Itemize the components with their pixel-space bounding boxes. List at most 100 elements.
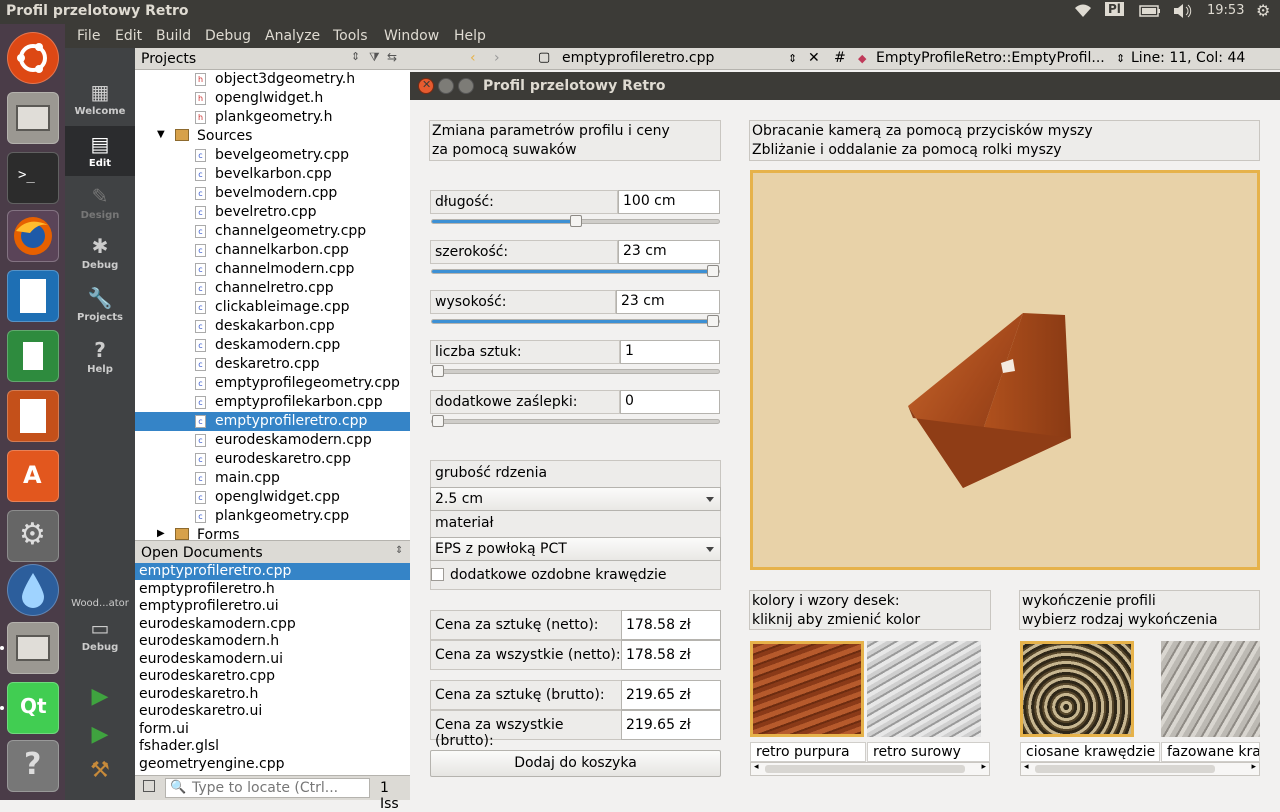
gear-icon[interactable]: ⚙ [1256,1,1270,20]
open-documents-title[interactable]: Open Documents [141,545,263,561]
projects-title[interactable]: Projects [141,51,196,67]
sidebar-toggle-icon[interactable] [143,780,155,792]
tree-item[interactable]: c deskakarbon.cpp [135,317,410,336]
sort-icon[interactable]: ⇕ [351,50,360,63]
menu-window[interactable]: Window [384,28,439,44]
caps-slider[interactable] [431,415,720,427]
expand-arrow-icon[interactable]: ▶ [157,528,165,539]
tree-item[interactable]: h openglwidget.h [135,89,410,108]
open-document[interactable]: eurodeskamodern.ui [135,651,410,668]
material-select[interactable]: EPS z powłoką PCT [430,537,721,561]
tree-item[interactable]: c deskaretro.cpp [135,355,410,374]
menu-build[interactable]: Build [156,28,191,44]
tree-folder[interactable]: ▶ Forms [135,526,410,540]
volume-icon[interactable] [1173,4,1193,22]
scroll-thumb[interactable] [1035,765,1215,773]
open-document[interactable]: geometryengine.cpp [135,756,410,773]
slider-handle[interactable] [569,215,582,227]
symbol-selector[interactable]: EmptyProfileRetro::EmptyProfil... [876,50,1105,66]
forward-icon[interactable]: › [494,50,500,66]
drop-icon[interactable] [7,564,59,616]
slider-handle[interactable] [432,365,444,377]
open-document-selected[interactable]: emptyprofileretro.cpp [135,563,410,580]
open-document[interactable]: eurodeskamodern.h [135,633,410,650]
help-icon[interactable]: ? [7,740,59,792]
mode-debug[interactable]: ✱ Debug [65,234,135,271]
open-document[interactable]: form.ui [135,721,410,738]
slider-handle[interactable] [707,315,719,327]
color-option-label[interactable]: retro surowy [867,742,990,762]
maximize-window-button[interactable] [458,78,474,94]
menu-analyze[interactable]: Analyze [265,28,320,44]
calc-icon[interactable] [7,330,59,382]
open-document[interactable]: eurodeskaretro.ui [135,703,410,720]
viewport-3d[interactable] [750,170,1260,570]
open-document[interactable]: eurodeskaretro.h [135,686,410,703]
tree-item[interactable]: c deskamodern.cpp [135,336,410,355]
tree-item[interactable]: c plankgeometry.cpp [135,507,410,526]
hammer-icon[interactable]: ⚒ [65,758,135,783]
tree-item[interactable]: c eurodeskaretro.cpp [135,450,410,469]
tree-item[interactable]: c channelmodern.cpp [135,260,410,279]
colors-scrollbar[interactable]: ◂ ▸ [750,762,990,776]
wifi-icon[interactable] [1073,3,1093,23]
menu-debug[interactable]: Debug [205,28,251,44]
mode-design[interactable]: ✎ Design [65,184,135,221]
scroll-left-icon[interactable]: ◂ [754,762,759,772]
tree-item[interactable]: c channelretro.cpp [135,279,410,298]
menu-tools[interactable]: Tools [333,28,368,44]
files-icon[interactable] [7,92,59,144]
scroll-right-icon[interactable]: ▸ [981,762,986,772]
scroll-left-icon[interactable]: ◂ [1024,762,1029,772]
scroll-right-icon[interactable]: ▸ [1251,762,1256,772]
impress-icon[interactable] [7,390,59,442]
finish-option-label[interactable]: ciosane krawędzie [1020,742,1160,762]
mode-projects[interactable]: 🔧 Projects [65,286,135,323]
tree-item[interactable]: c emptyprofilekarbon.cpp [135,393,410,412]
close-window-button[interactable]: ✕ [418,78,434,94]
issues-tab[interactable]: 1 Iss [380,780,410,812]
mode-edit[interactable]: ▤ Edit [65,126,135,176]
tree-item[interactable]: c openglwidget.cpp [135,488,410,507]
settings-icon[interactable]: ⚙ [7,510,59,562]
tree-item[interactable]: c clickableimage.cpp [135,298,410,317]
length-slider[interactable] [431,215,720,227]
add-to-cart-button[interactable]: Dodaj do koszyka [430,750,721,777]
finish-scrollbar[interactable]: ◂ ▸ [1020,762,1260,776]
finish-option-label[interactable]: fazowane kraw [1161,742,1260,762]
run-icon[interactable]: ▶ [65,684,135,709]
battery-icon[interactable] [1139,4,1161,22]
writer-icon[interactable] [7,270,59,322]
color-option-retro-purpura[interactable] [750,641,864,737]
tree-item[interactable]: c channelkarbon.cpp [135,241,410,260]
filter-icon[interactable]: ⧩ [369,50,380,65]
combo-arrows-icon[interactable]: ⇕ [1116,52,1125,65]
tree-folder[interactable]: ▼ Sources [135,127,410,146]
tree-item[interactable]: c main.cpp [135,469,410,488]
files-icon[interactable] [7,622,59,674]
back-icon[interactable]: ‹ [470,50,476,66]
kit-mode[interactable]: ▭ Debug [65,616,135,653]
tree-item[interactable]: c eurodeskamodern.cpp [135,431,410,450]
width-input[interactable]: 23 cm [618,240,720,264]
tree-item[interactable]: h object3dgeometry.h [135,70,410,89]
keyboard-layout-indicator[interactable]: Pl [1105,2,1124,16]
editor-file-name[interactable]: emptyprofileretro.cpp [562,50,714,66]
tree-item[interactable]: h plankgeometry.h [135,108,410,127]
close-document-icon[interactable]: ✕ [808,50,820,66]
tree-item[interactable]: c bevelmodern.cpp [135,184,410,203]
software-center-icon[interactable]: A [7,450,59,502]
qt-creator-icon[interactable]: Qt [7,682,59,734]
open-document[interactable]: eurodeskaretro.cpp [135,668,410,685]
kit-selector[interactable]: Wood...ator [65,598,135,609]
menu-file[interactable]: File [77,28,100,44]
length-input[interactable]: 100 cm [618,190,720,214]
terminal-icon[interactable]: >_ [7,152,59,204]
menu-edit[interactable]: Edit [115,28,142,44]
link-icon[interactable]: ⇆ [387,50,397,64]
mode-help[interactable]: ? Help [65,338,135,375]
debug-run-icon[interactable]: ▶ [65,722,135,747]
extra-edges-checkbox[interactable] [431,568,444,581]
collapse-arrow-icon[interactable]: ▼ [157,129,165,140]
finish-option-hewn-edges[interactable] [1020,641,1134,737]
